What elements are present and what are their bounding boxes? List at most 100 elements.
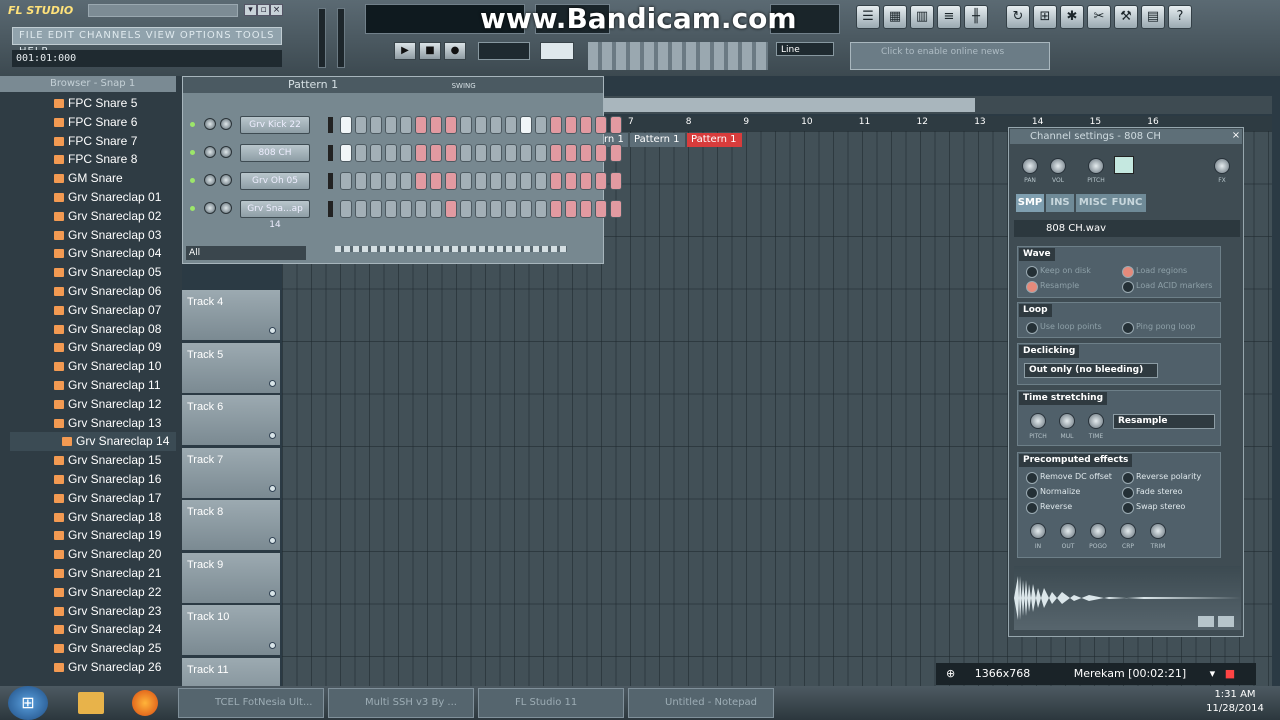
pan-knob[interactable] xyxy=(204,202,216,214)
step-button[interactable] xyxy=(565,144,577,162)
step-button[interactable] xyxy=(415,200,427,218)
master-volume-slider[interactable] xyxy=(318,8,326,68)
step-button[interactable] xyxy=(565,172,577,190)
browser-item[interactable]: Grv Snareclap 16 xyxy=(10,470,176,489)
track-header[interactable]: Track 7 xyxy=(182,447,280,498)
browser-item[interactable]: Grv Snareclap 19 xyxy=(10,526,176,545)
step-button[interactable] xyxy=(475,144,487,162)
recording-options[interactable] xyxy=(588,42,768,70)
pattern-clip[interactable]: Pattern 1 xyxy=(630,133,685,147)
track-header[interactable]: Track 9 xyxy=(182,552,280,603)
mixer-icon[interactable]: ╫ xyxy=(964,5,988,29)
step-button[interactable] xyxy=(355,144,367,162)
browser-item[interactable]: FPC Snare 5 xyxy=(10,94,176,113)
browser-item[interactable]: Grv Snareclap 04 xyxy=(10,244,176,263)
step-sequencer-icon[interactable]: ▦ xyxy=(883,5,907,29)
taskbar-item[interactable]: Untitled - Notepad xyxy=(628,688,774,718)
step-button[interactable] xyxy=(370,200,382,218)
browser-item[interactable]: Grv Snareclap 07 xyxy=(10,301,176,320)
step-button[interactable] xyxy=(430,144,442,162)
effect-option[interactable]: Swap stereo xyxy=(1122,501,1218,514)
track-header[interactable]: Track 8 xyxy=(182,500,280,550)
step-button[interactable] xyxy=(460,200,472,218)
browser-item[interactable]: Grv Snareclap 01 xyxy=(10,188,176,207)
step-button[interactable] xyxy=(430,116,442,134)
step-button[interactable] xyxy=(385,200,397,218)
track-mute-icon[interactable] xyxy=(269,537,276,544)
step-button[interactable] xyxy=(535,172,547,190)
save-icon[interactable]: ⊞ xyxy=(1033,5,1057,29)
channel-button[interactable]: Grv Kick 22 xyxy=(240,116,310,134)
snap-select[interactable]: Line xyxy=(776,42,834,56)
effect-knob[interactable] xyxy=(1120,523,1136,539)
step-button[interactable] xyxy=(550,172,562,190)
step-button[interactable] xyxy=(370,144,382,162)
resample-option[interactable]: Resample xyxy=(1026,280,1116,293)
stop-record-icon[interactable]: ■ xyxy=(1225,667,1235,680)
step-button[interactable] xyxy=(445,200,457,218)
browser-item[interactable]: FPC Snare 8 xyxy=(10,150,176,169)
step-button[interactable] xyxy=(490,200,502,218)
channel-led-icon[interactable] xyxy=(190,150,195,155)
channel-number[interactable] xyxy=(1114,156,1134,174)
track-mute-icon[interactable] xyxy=(269,327,276,334)
close-settings-icon[interactable]: × xyxy=(1230,130,1242,142)
track-mute-icon[interactable] xyxy=(269,484,276,492)
step-button[interactable] xyxy=(550,116,562,134)
step-button[interactable] xyxy=(580,172,592,190)
effect-knob[interactable] xyxy=(1090,523,1106,539)
track-header[interactable]: Track 6 xyxy=(182,395,280,445)
stretch-knob[interactable] xyxy=(1088,413,1104,429)
step-button[interactable] xyxy=(430,172,442,190)
step-button[interactable] xyxy=(490,144,502,162)
step-button[interactable] xyxy=(610,200,622,218)
browser-item[interactable]: Grv Snareclap 03 xyxy=(10,226,176,245)
step-button[interactable] xyxy=(460,144,472,162)
channel-filter[interactable]: All xyxy=(186,246,306,260)
load-acid-markers[interactable]: Load ACID markers xyxy=(1122,280,1218,293)
track-mute-icon[interactable] xyxy=(269,379,276,387)
step-button[interactable] xyxy=(505,144,517,162)
ping-pong-loop[interactable]: Ping pong loop xyxy=(1122,321,1218,334)
use-loop-points[interactable]: Use loop points xyxy=(1026,321,1118,334)
zoom-icon[interactable] xyxy=(1198,616,1214,627)
step-button[interactable] xyxy=(355,116,367,134)
step-button[interactable] xyxy=(460,172,472,190)
play-icon[interactable]: ▶ xyxy=(394,42,416,60)
volume-knob[interactable] xyxy=(220,146,232,158)
stop-icon[interactable]: ■ xyxy=(419,42,441,60)
step-button[interactable] xyxy=(400,172,412,190)
step-button[interactable] xyxy=(370,116,382,134)
browser-item[interactable]: Grv Snareclap 02 xyxy=(10,207,176,226)
browser-item[interactable]: Grv Snareclap 11 xyxy=(10,376,176,395)
browser-item[interactable]: Grv Snareclap 09 xyxy=(10,338,176,357)
step-button[interactable] xyxy=(415,172,427,190)
step-button[interactable] xyxy=(340,172,352,190)
declicking-mode[interactable]: Out only (no bleeding) xyxy=(1024,363,1158,378)
browser-item[interactable]: Grv Snareclap 10 xyxy=(10,357,176,376)
volume-knob[interactable] xyxy=(220,118,232,130)
menu-icon[interactable]: ▾ xyxy=(244,4,257,16)
track-header[interactable]: Track 5 xyxy=(182,342,280,393)
step-button[interactable] xyxy=(610,144,622,162)
channel-led-icon[interactable] xyxy=(190,178,195,183)
step-button[interactable] xyxy=(595,116,607,134)
step-sequencer-header[interactable]: Pattern 1 SWING xyxy=(183,77,603,93)
step-button[interactable] xyxy=(355,172,367,190)
browser-header[interactable]: Browser - Snap 1 xyxy=(0,76,176,92)
step-button[interactable] xyxy=(385,116,397,134)
close-icon[interactable]: × xyxy=(270,4,283,16)
help-icon[interactable]: ? xyxy=(1168,5,1192,29)
channel-knob[interactable] xyxy=(1022,158,1038,174)
taskbar-item[interactable]: Multi SSH v3 By ... xyxy=(328,688,474,718)
pattern-clip[interactable]: Pattern 1 xyxy=(687,133,742,147)
browser-item[interactable]: Grv Snareclap 26 xyxy=(10,658,176,677)
step-button[interactable] xyxy=(520,144,532,162)
channel-knob[interactable] xyxy=(1088,158,1104,174)
channel-knob[interactable] xyxy=(1214,158,1230,174)
step-button[interactable] xyxy=(580,116,592,134)
browser-item[interactable]: Grv Snareclap 23 xyxy=(10,602,176,621)
effect-option[interactable]: Normalize xyxy=(1026,486,1120,499)
browser-item[interactable]: GM Snare xyxy=(10,169,176,188)
online-news[interactable]: Click to enable online news xyxy=(850,42,1050,70)
